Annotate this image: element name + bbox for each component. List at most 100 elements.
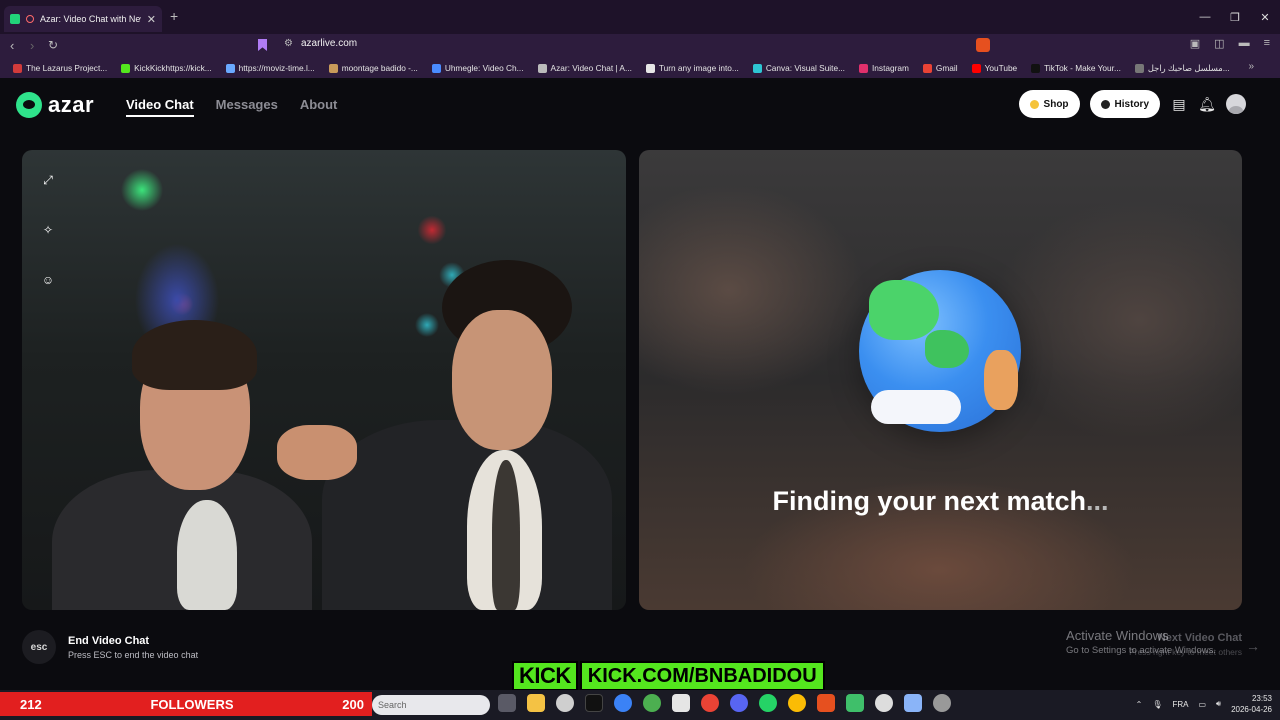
gem-icon (1029, 99, 1039, 109)
azar-favicon-icon (10, 14, 20, 24)
task-view-icon[interactable] (498, 694, 516, 712)
system-tray: ⌃ 🎙︎ FRA ▭ 🔊︎ 23:53 2026-04-26 (1136, 693, 1272, 715)
bookmark-item[interactable]: Gmail (916, 63, 965, 73)
header-actions: Shop History ▤ 🔔︎ (1018, 90, 1246, 118)
steam-icon[interactable] (875, 694, 893, 712)
taskbar-search[interactable]: Search (372, 695, 490, 715)
bookmark-favicon-icon (859, 63, 868, 73)
activate-subtitle: Go to Settings to activate Windows. (1066, 645, 1216, 656)
bookmark-item[interactable]: Azar: Video Chat | A... (531, 63, 639, 73)
end-video-chat-button[interactable]: esc End Video Chat Press ESC to end the … (22, 630, 198, 664)
url-text: azarlive.com (300, 38, 358, 49)
bookmark-favicon-icon (1031, 63, 1041, 73)
azar-site: azar Video Chat Messages About Shop Hist… (0, 78, 1280, 688)
network-icon[interactable]: ▭ (1198, 700, 1206, 709)
person-left-hair (132, 320, 257, 390)
reload-icon[interactable]: ↻ (48, 38, 58, 52)
back-icon[interactable]: ‹ (10, 38, 14, 53)
url-field[interactable]: ⚙ azarlive.com (284, 38, 357, 49)
bookmark-item[interactable]: Uhmegle: Video Ch... (425, 63, 531, 73)
menu-icon[interactable]: ≡ (1264, 37, 1270, 50)
bookmark-label: KickKickhttps://kick... (134, 63, 212, 73)
bookmark-favicon-icon (537, 63, 547, 73)
file-explorer-icon[interactable] (527, 694, 545, 712)
chrome-icon[interactable] (614, 694, 632, 712)
bookmark-item[interactable]: The Lazarus Project... (6, 63, 114, 73)
azar-logo-icon (16, 92, 42, 118)
followers-count: 212 (20, 696, 42, 712)
discord-icon[interactable] (730, 694, 748, 712)
bookmark-favicon-icon (645, 63, 655, 73)
wallet-icon[interactable]: ▬ (1239, 37, 1250, 50)
bookmark-item[interactable]: Turn any image into... (639, 63, 746, 73)
bookmark-label: Azar: Video Chat | A... (550, 63, 632, 73)
bell-icon[interactable]: 🔔︎ (1198, 95, 1216, 113)
magic-wand-icon[interactable]: ✧ (40, 222, 56, 238)
notepad-icon[interactable] (904, 694, 922, 712)
nav-video-chat[interactable]: Video Chat (126, 97, 194, 117)
bookmark-item[interactable]: YouTube (965, 63, 1025, 73)
bookmarks-bar: The Lazarus Project... KickKickhttps://ki… (0, 58, 1280, 78)
mic-icon[interactable]: 🎙︎ (1152, 700, 1162, 709)
bookmark-item[interactable]: moontage badido -... (322, 63, 425, 73)
minimize-icon[interactable]: — (1190, 0, 1220, 34)
whatsapp-icon[interactable] (759, 694, 777, 712)
nav-about[interactable]: About (300, 97, 338, 117)
clock-date: 2026-04-26 (1231, 705, 1272, 714)
history-button[interactable]: History (1089, 90, 1160, 118)
maximize-icon[interactable]: ❐ (1220, 0, 1250, 34)
sidebar-icon[interactable]: ◫ (1214, 37, 1224, 50)
brave-icon[interactable] (817, 694, 835, 712)
more-bookmarks-icon[interactable]: » (1248, 61, 1254, 72)
tiktok-icon[interactable] (585, 694, 603, 712)
site-settings-icon[interactable]: ⚙ (284, 38, 293, 49)
nav-messages[interactable]: Messages (216, 97, 278, 117)
new-tab-icon[interactable]: + (170, 8, 178, 24)
bookmark-icon[interactable] (258, 39, 267, 51)
activate-windows-watermark: Activate Windows Go to Settings to activ… (1066, 628, 1216, 656)
close-tab-icon[interactable]: ✕ (147, 13, 156, 26)
chrome-alt-icon[interactable] (701, 694, 719, 712)
mail-icon[interactable] (672, 694, 690, 712)
kick-logo: KICK (512, 661, 578, 691)
clock[interactable]: 23:53 2026-04-26 (1231, 693, 1272, 715)
close-window-icon[interactable]: ✕ (1250, 0, 1280, 34)
shop-button[interactable]: Shop (1018, 90, 1080, 118)
bookmark-favicon-icon (121, 63, 131, 73)
bookmark-item[interactable]: KickKickhttps://kick... (114, 63, 218, 73)
store-icon[interactable]: ▤ (1170, 95, 1188, 113)
history-label: History (1114, 98, 1149, 110)
followers-goal-bar: 212 FOLLOWERS 200 (0, 692, 372, 716)
chrome-other-icon[interactable] (788, 694, 806, 712)
vpn-icon[interactable] (846, 694, 864, 712)
person-left-shirt (177, 500, 237, 610)
bookmark-item[interactable]: مسلسل صاحبك راجل... (1128, 63, 1237, 73)
globe-icon (859, 270, 1021, 432)
hand-on-shoulder (277, 425, 357, 480)
forward-icon[interactable]: › (30, 38, 34, 53)
chatgpt-icon[interactable] (556, 694, 574, 712)
brave-shield-icon[interactable] (976, 38, 990, 52)
taskbar-apps (498, 694, 951, 712)
bookmark-item[interactable]: https://moviz-time.l... (219, 63, 322, 73)
bookmark-favicon-icon (328, 63, 338, 73)
extensions-icon[interactable]: ▣ (1190, 37, 1200, 50)
volume-icon[interactable]: 🔊︎ (1216, 699, 1221, 709)
bookmark-label: Gmail (935, 63, 958, 73)
resize-icon[interactable]: ⤢ (40, 172, 56, 188)
obs-icon[interactable] (933, 694, 951, 712)
bookmark-item[interactable]: TikTok - Make Your... (1024, 63, 1128, 73)
loading-dots: ... (1086, 486, 1109, 516)
azar-logo[interactable]: azar (16, 92, 94, 118)
browser-tab[interactable]: Azar: Video Chat with New P... ✕ (4, 6, 162, 32)
chevron-up-icon[interactable]: ⌃ (1136, 700, 1143, 709)
face-filter-icon[interactable]: ☺ (40, 272, 56, 288)
bookmark-item[interactable]: Canva: Visual Suite... (746, 63, 852, 73)
end-chat-subtitle: Press ESC to end the video chat (68, 649, 199, 660)
language-indicator[interactable]: FRA (1172, 700, 1188, 709)
arrow-right-icon: → (1246, 638, 1260, 654)
avatar[interactable] (1226, 94, 1246, 114)
tab-title: Azar: Video Chat with New P... (40, 14, 141, 24)
bookmark-item[interactable]: Instagram (852, 63, 916, 73)
chrome-profile-icon[interactable] (643, 694, 661, 712)
